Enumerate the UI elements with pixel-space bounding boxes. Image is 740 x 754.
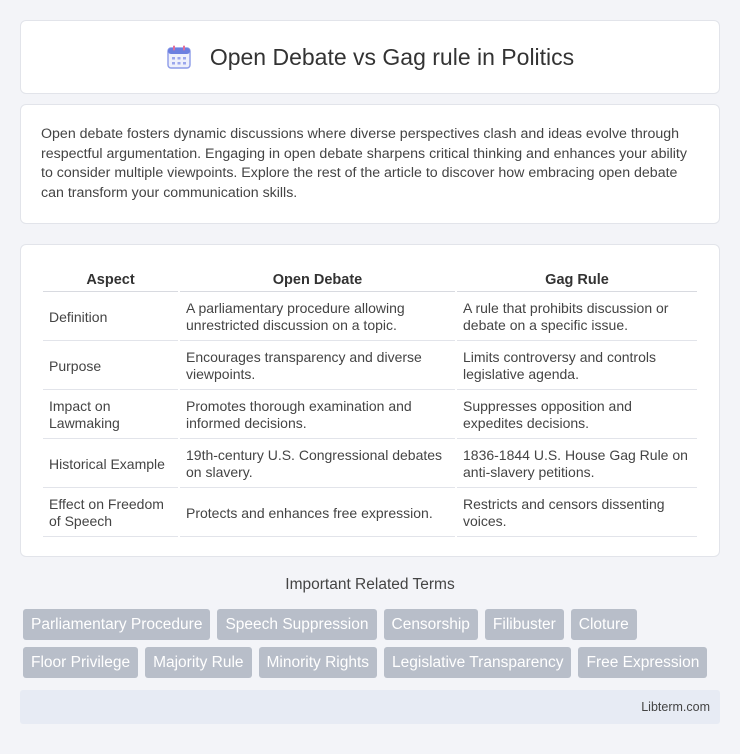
table-cell: Purpose	[43, 343, 178, 390]
tag-majority-rule[interactable]: Majority Rule	[145, 647, 252, 678]
table-row: Impact on Lawmaking Promotes thorough ex…	[43, 392, 697, 439]
table-cell: A rule that prohibits discussion or deba…	[457, 294, 697, 341]
table-row: Effect on Freedom of Speech Protects and…	[43, 490, 697, 537]
table-cell: Impact on Lawmaking	[43, 392, 178, 439]
tag-censorship[interactable]: Censorship	[383, 609, 478, 640]
page-title: Open Debate vs Gag rule in Politics	[209, 43, 575, 70]
table-cell: Encourages transparency and diverse view…	[180, 343, 455, 390]
intro-text: Open debate fosters dynamic discussions …	[41, 126, 687, 201]
tag-free-expression[interactable]: Free Expression	[578, 647, 708, 678]
header-gag-rule: Gag Rule	[457, 265, 697, 292]
tag-minority-rights[interactable]: Minority Rights	[258, 647, 378, 678]
table-row: Historical Example 19th-century U.S. Con…	[43, 441, 697, 488]
tag-legislative-transparency[interactable]: Legislative Transparency	[384, 647, 572, 678]
table-row: Purpose Encourages transparency and dive…	[43, 343, 697, 390]
footer: Libterm.com	[20, 690, 720, 724]
header-aspect: Aspect	[43, 265, 178, 292]
tag-row: Parliamentary Procedure Speech Suppressi…	[23, 609, 723, 640]
table-cell: Restricts and censors dissenting voices.	[457, 490, 697, 537]
table-cell: Suppresses opposition and expedites deci…	[457, 392, 697, 439]
calendar-icon	[166, 44, 192, 70]
table-row: Definition A parliamentary procedure all…	[43, 294, 697, 341]
tag-filibuster[interactable]: Filibuster	[484, 609, 564, 640]
table-cell: Promotes thorough examination and inform…	[180, 392, 455, 439]
table-cell: Effect on Freedom of Speech	[43, 490, 178, 537]
comparison-table-card: Aspect Open Debate Gag Rule Definition A…	[20, 244, 720, 557]
table-header-row: Aspect Open Debate Gag Rule	[43, 265, 697, 292]
tag-row: Floor Privilege Majority Rule Minority R…	[23, 647, 723, 678]
related-terms-title: Important Related Terms	[285, 576, 455, 593]
tag-cloture[interactable]: Cloture	[570, 609, 637, 640]
table-cell: A parliamentary procedure allowing unres…	[180, 294, 455, 341]
header-open-debate: Open Debate	[180, 265, 455, 292]
tag-parliamentary-procedure[interactable]: Parliamentary Procedure	[23, 609, 211, 640]
table-cell: Limits controversy and controls legislat…	[457, 343, 697, 390]
table-cell: Protects and enhances free expression.	[180, 490, 455, 537]
table-cell: Definition	[43, 294, 178, 341]
table-cell: 19th-century U.S. Congressional debates …	[180, 441, 455, 488]
title-card: Open Debate vs Gag rule in Politics	[20, 20, 720, 94]
related-terms-tags: Parliamentary Procedure Speech Suppressi…	[23, 609, 723, 685]
tag-speech-suppression[interactable]: Speech Suppression	[217, 609, 377, 640]
intro-card: Open debate fosters dynamic discussions …	[20, 104, 720, 224]
table-cell: Historical Example	[43, 441, 178, 488]
comparison-table: Aspect Open Debate Gag Rule Definition A…	[41, 263, 699, 539]
footer-site-link[interactable]: Libterm.com	[641, 700, 710, 714]
table-cell: 1836-1844 U.S. House Gag Rule on anti-sl…	[457, 441, 697, 488]
tag-floor-privilege[interactable]: Floor Privilege	[23, 647, 139, 678]
